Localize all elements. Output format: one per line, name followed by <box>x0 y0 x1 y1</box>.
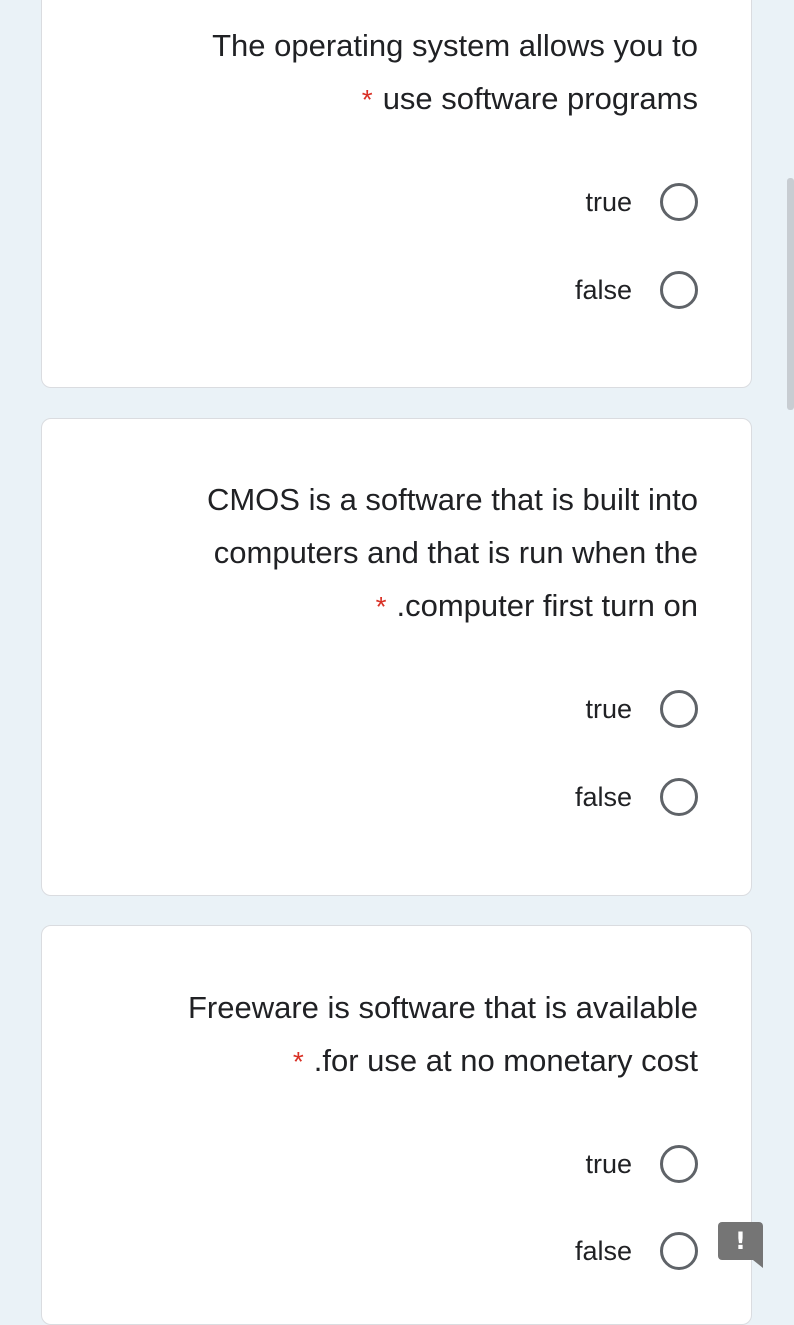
question-line: CMOS is a software that is built into <box>206 482 698 517</box>
exclamation-icon: ! <box>735 1227 746 1255</box>
question-line: use software programs <box>382 81 698 116</box>
question-line-last: * .for use at no monetary cost <box>188 1034 698 1088</box>
question-line: .for use at no monetary cost <box>313 1043 698 1078</box>
question-line: .computer first turn on <box>396 588 698 623</box>
radio-button[interactable] <box>660 271 698 309</box>
option-false[interactable]: false <box>575 268 698 312</box>
radio-button[interactable] <box>660 1232 698 1270</box>
radio-button[interactable] <box>660 1145 698 1183</box>
radio-button[interactable] <box>660 690 698 728</box>
question-text: Freeware is software that is available *… <box>188 981 698 1088</box>
option-label: false <box>574 781 632 812</box>
radio-button[interactable] <box>660 183 698 221</box>
question-line-last: * .computer first turn on <box>207 579 698 633</box>
question-line: computers and that is run when the <box>213 535 698 570</box>
option-false[interactable]: false <box>575 775 698 819</box>
question-line-last: * use software programs <box>212 72 698 126</box>
required-asterisk: * <box>361 84 373 115</box>
option-label: true <box>585 186 632 217</box>
question-card-3: Freeware is software that is available *… <box>41 925 752 1325</box>
question-line: The operating system allows you to <box>212 28 698 63</box>
question-line: Freeware is software that is available <box>187 990 698 1025</box>
option-true[interactable]: true <box>585 1142 698 1186</box>
option-label: true <box>585 693 632 724</box>
feedback-button[interactable]: ! <box>718 1222 763 1268</box>
option-label: true <box>585 1148 632 1179</box>
question-text: The operating system allows you to * use … <box>212 19 698 126</box>
option-label: false <box>574 274 632 305</box>
scrollbar-thumb[interactable] <box>787 178 794 410</box>
scrollbar[interactable] <box>786 0 794 1280</box>
question-card-2: CMOS is a software that is built into co… <box>41 418 752 896</box>
question-card-1: The operating system allows you to * use … <box>41 0 752 388</box>
required-asterisk: * <box>292 1046 304 1077</box>
option-true[interactable]: true <box>585 180 698 224</box>
radio-button[interactable] <box>660 778 698 816</box>
question-text: CMOS is a software that is built into co… <box>207 473 698 633</box>
option-true[interactable]: true <box>585 687 698 731</box>
option-false[interactable]: false <box>575 1229 698 1273</box>
option-label: false <box>574 1235 632 1266</box>
required-asterisk: * <box>375 591 387 622</box>
